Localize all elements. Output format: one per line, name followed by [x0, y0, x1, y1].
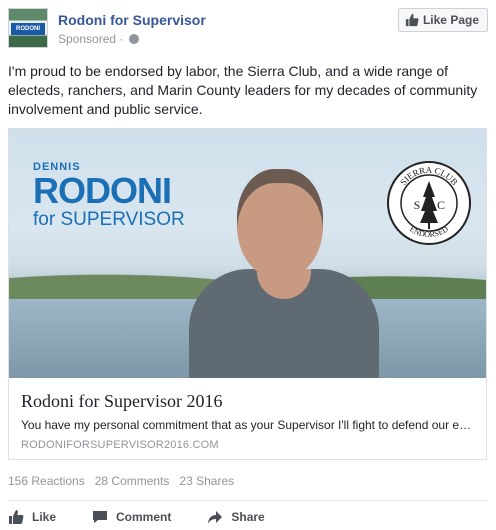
- logo-last-name: RODONI: [33, 170, 172, 211]
- seal-left-letter: S: [414, 198, 421, 212]
- logo-office: for SUPERVISOR: [33, 209, 185, 230]
- post-actions: Like Comment Share: [8, 506, 265, 528]
- share-button[interactable]: Share: [207, 506, 265, 528]
- candidate-photo: [189, 169, 379, 378]
- like-label: Like: [32, 510, 57, 524]
- globe-icon: [128, 34, 139, 44]
- actions-divider: [8, 500, 488, 501]
- like-page-label: Like Page: [422, 13, 479, 27]
- seal-right-letter: C: [437, 198, 445, 212]
- reactions-count[interactable]: 156 Reactions: [8, 474, 85, 488]
- thumbs-up-icon: [405, 13, 419, 27]
- link-domain: RODONIFORSUPERVISOR2016.COM: [21, 439, 219, 451]
- head-shape: [237, 169, 323, 279]
- shares-count[interactable]: 23 Shares: [179, 474, 234, 488]
- post-message: I'm proud to be endorsed by labor, the S…: [8, 63, 478, 117]
- link-title[interactable]: Rodoni for Supervisor 2016: [21, 391, 223, 412]
- share-icon: [208, 511, 223, 524]
- comment-label: Comment: [116, 510, 172, 524]
- comments-count[interactable]: 28 Comments: [95, 474, 170, 488]
- sponsored-label: Sponsored ·: [58, 32, 139, 46]
- link-attachment[interactable]: DENNIS RODONI for SUPERVISOR SIERRA CLUB…: [8, 128, 487, 460]
- comment-button[interactable]: Comment: [92, 506, 171, 528]
- hero-image[interactable]: DENNIS RODONI for SUPERVISOR SIERRA CLUB…: [9, 129, 486, 378]
- sierra-club-seal: SIERRA CLUB ENDORSED S C: [387, 161, 471, 245]
- avatar-label: RODONI: [11, 23, 45, 35]
- page-avatar[interactable]: RODONI: [8, 8, 48, 48]
- post-header: RODONI Rodoni for Supervisor Sponsored ·…: [8, 8, 488, 52]
- like-button[interactable]: Like: [8, 506, 56, 528]
- comment-icon: [93, 511, 108, 523]
- page-name-link[interactable]: Rodoni for Supervisor: [58, 12, 206, 28]
- share-label: Share: [231, 510, 265, 524]
- link-description: You have my personal commitment that as …: [21, 418, 472, 432]
- sponsored-text: Sponsored ·: [58, 32, 124, 46]
- campaign-logo: DENNIS RODONI for SUPERVISOR: [33, 161, 185, 231]
- thumbs-up-icon: [9, 510, 24, 524]
- like-page-button[interactable]: Like Page: [397, 8, 488, 32]
- engagement-stats: 156 Reactions 28 Comments 23 Shares: [8, 474, 234, 488]
